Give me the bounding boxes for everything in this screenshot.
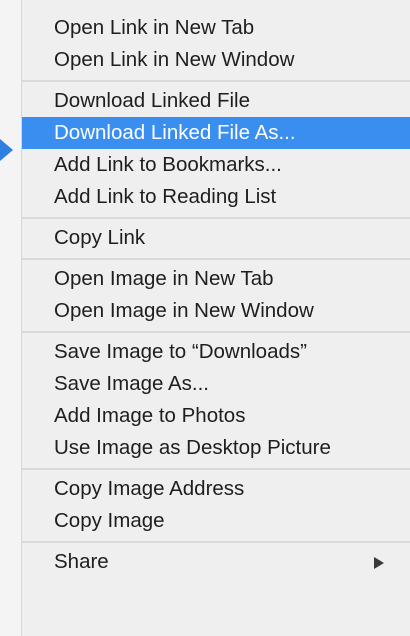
menu-group-image-actions: Save Image to “Downloads” Save Image As.… bbox=[22, 331, 410, 468]
chevron-right-icon bbox=[374, 557, 384, 569]
menu-item-copy-link[interactable]: Copy Link bbox=[22, 222, 410, 254]
menu-item-open-link-new-tab[interactable]: Open Link in New Tab bbox=[22, 12, 410, 44]
menu-item-download-linked-file-as[interactable]: Download Linked File As... bbox=[22, 117, 410, 149]
menu-item-open-link-new-window[interactable]: Open Link in New Window bbox=[22, 44, 410, 76]
menu-group-copy-image: Copy Image Address Copy Image bbox=[22, 468, 410, 541]
background-edge bbox=[0, 0, 21, 636]
pointer-arrow-icon bbox=[0, 139, 13, 161]
menu-item-copy-image-address[interactable]: Copy Image Address bbox=[22, 473, 410, 505]
menu-group-share: Share bbox=[22, 541, 410, 582]
menu-group-copy-link: Copy Link bbox=[22, 217, 410, 258]
menu-item-add-link-to-bookmarks[interactable]: Add Link to Bookmarks... bbox=[22, 149, 410, 181]
menu-group-open-image: Open Image in New Tab Open Image in New … bbox=[22, 258, 410, 331]
menu-group-open-link: Open Link in New Tab Open Link in New Wi… bbox=[22, 0, 410, 80]
menu-group-link-actions: Download Linked File Download Linked Fil… bbox=[22, 80, 410, 217]
menu-item-add-image-to-photos[interactable]: Add Image to Photos bbox=[22, 400, 410, 432]
menu-item-share-label: Share bbox=[54, 550, 109, 573]
context-menu: Open Link in New Tab Open Link in New Wi… bbox=[21, 0, 410, 636]
menu-item-save-image-to-downloads[interactable]: Save Image to “Downloads” bbox=[22, 336, 410, 368]
menu-item-open-image-new-tab[interactable]: Open Image in New Tab bbox=[22, 263, 410, 295]
menu-item-open-image-new-window[interactable]: Open Image in New Window bbox=[22, 295, 410, 327]
menu-item-use-image-as-desktop-picture[interactable]: Use Image as Desktop Picture bbox=[22, 432, 410, 464]
menu-item-save-image-as[interactable]: Save Image As... bbox=[22, 368, 410, 400]
menu-item-add-link-to-reading-list[interactable]: Add Link to Reading List bbox=[22, 181, 410, 213]
menu-item-download-linked-file[interactable]: Download Linked File bbox=[22, 85, 410, 117]
menu-item-share[interactable]: Share bbox=[22, 546, 410, 578]
menu-item-copy-image[interactable]: Copy Image bbox=[22, 505, 410, 537]
